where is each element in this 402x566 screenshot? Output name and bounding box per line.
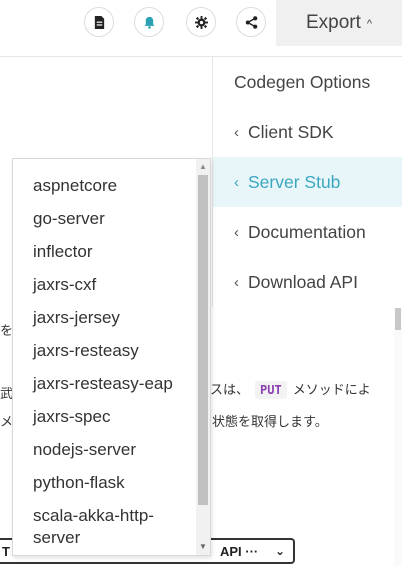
- chevron-left-icon: ‹: [234, 173, 239, 191]
- select-value: API ···: [219, 543, 259, 559]
- chevron-left-icon: ‹: [234, 273, 239, 291]
- page-scrollbar-thumb[interactable]: [395, 308, 401, 330]
- option-jaxrs-spec[interactable]: jaxrs-spec: [33, 406, 193, 428]
- chevron-left-icon: ‹: [234, 223, 239, 241]
- menu-item-client-sdk[interactable]: ‹ Client SDK: [213, 107, 402, 157]
- menu-item-documentation[interactable]: ‹ Documentation: [213, 207, 402, 257]
- bell-icon: [143, 16, 155, 29]
- menu-item-label: Client SDK: [248, 121, 334, 142]
- option-go-server[interactable]: go-server: [33, 208, 193, 230]
- background-text-line: 状態を取得します。: [212, 414, 328, 429]
- put-code: PUT: [255, 381, 287, 399]
- option-inflector[interactable]: inflector: [33, 241, 193, 263]
- share-icon: [245, 15, 257, 29]
- chevron-up-icon: ^: [366, 18, 373, 30]
- option-jaxrs-resteasy[interactable]: jaxrs-resteasy: [33, 340, 193, 362]
- scroll-down-arrow-icon[interactable]: ▼: [196, 541, 210, 553]
- document-icon: [94, 15, 104, 29]
- option-jaxrs-cxf[interactable]: jaxrs-cxf: [33, 274, 193, 296]
- background-text: メソッドによ: [292, 382, 371, 397]
- option-scala-akka-http-server[interactable]: scala-akka-http-server: [33, 505, 183, 549]
- listbox-scrollbar-thumb[interactable]: [198, 175, 208, 505]
- chevron-down-icon: ⌄: [274, 544, 285, 558]
- share-icon-button[interactable]: [236, 7, 266, 37]
- option-aspnetcore[interactable]: aspnetcore: [33, 175, 193, 197]
- menu-heading: Codegen Options: [234, 71, 371, 92]
- server-options-listbox[interactable]: aspnetcore go-server inflector jaxrs-cxf…: [12, 158, 211, 556]
- option-jaxrs-resteasy-eap[interactable]: jaxrs-resteasy-eap: [33, 373, 193, 395]
- menu-item-label: Download API: [248, 271, 358, 292]
- bell-icon-button[interactable]: [134, 7, 164, 37]
- menu-item-label: Server Stub: [248, 171, 341, 192]
- select-left-text: T: [2, 543, 10, 559]
- export-button[interactable]: Export ^: [276, 0, 402, 46]
- option-jaxrs-jersey[interactable]: jaxrs-jersey: [33, 307, 193, 329]
- menu-item-server-stub[interactable]: ‹ Server Stub: [213, 157, 402, 207]
- menu-item-download-api[interactable]: ‹ Download API: [213, 257, 402, 307]
- export-menu: Codegen Options ‹ Client SDK ‹ Server St…: [212, 57, 402, 307]
- page-scrollbar[interactable]: [394, 308, 402, 566]
- option-nodejs-server[interactable]: nodejs-server: [33, 439, 193, 461]
- gear-icon-button[interactable]: [186, 7, 216, 37]
- background-text: スは、: [210, 382, 250, 397]
- scroll-up-arrow-icon[interactable]: ▲: [196, 161, 210, 173]
- background-text-line: スは、 PUT メソッドによ: [210, 379, 371, 399]
- export-label: Export: [305, 12, 361, 33]
- top-toolbar: Export ^: [0, 0, 402, 57]
- option-python-flask[interactable]: python-flask: [33, 472, 193, 494]
- chevron-left-icon: ‹: [234, 123, 239, 141]
- menu-item-label: Documentation: [248, 221, 366, 242]
- document-icon-button[interactable]: [84, 7, 114, 37]
- gear-icon: [194, 15, 208, 29]
